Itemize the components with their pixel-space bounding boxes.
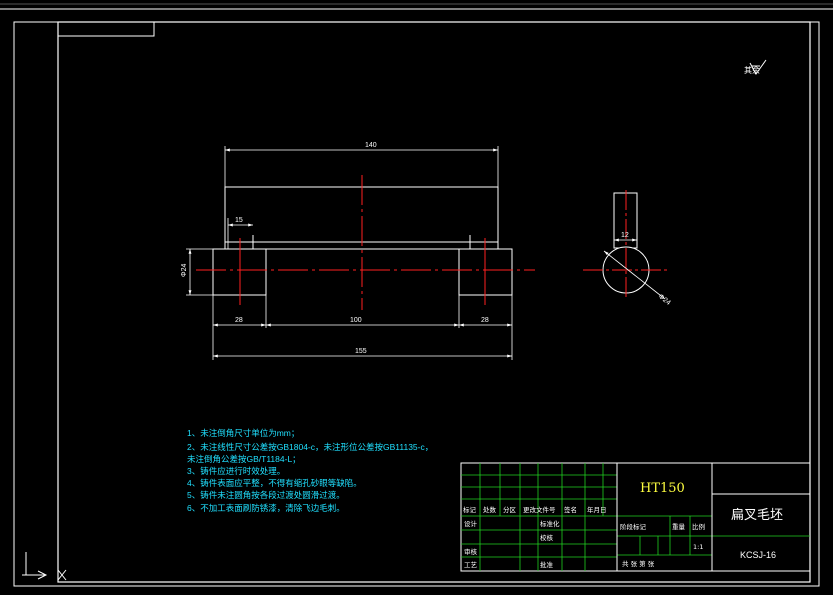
scale-text: 1:1: [693, 543, 703, 551]
material-text: HT150: [640, 481, 685, 496]
sheet-row-text: 共 张 第 张: [622, 559, 655, 568]
part-name-text: 扁叉毛坯: [731, 508, 783, 523]
rev-h-2: 分区: [503, 505, 517, 514]
side-view: 12 Φ24: [583, 190, 672, 307]
rev-h-5: 年月日: [587, 505, 607, 514]
dim-15: 15: [235, 217, 243, 224]
drawing-number-text: KCSJ-16: [740, 550, 776, 560]
left-row-2: 审核: [464, 547, 478, 556]
note-6: 6、不加工表面刷防锈漆，清除飞边毛刺。: [187, 503, 345, 513]
front-dimensions: [186, 146, 513, 360]
ucs-icon: [22, 552, 67, 581]
dim-12: 12: [621, 232, 629, 239]
rev-h-3: 更改文件号: [523, 505, 556, 514]
mid-row-3: 批准: [540, 560, 554, 569]
title-block: HT150 扁叉毛坯 KCSJ-16 标记 处数 分区 更改文件号 签名 年月日…: [460, 462, 811, 572]
roughness-symbol: 其余: [744, 59, 767, 75]
left-row-3: 工艺: [464, 561, 478, 569]
note-3: 3、铸件应进行时效处理。: [187, 466, 285, 476]
note-2b: 未注倒角公差按GB/T1184-L；: [187, 454, 301, 464]
note-1: 1、未注倒角尺寸单位为mm；: [187, 428, 299, 438]
mid-row-0: 标准化: [540, 519, 560, 528]
dim-28-right: 28: [481, 317, 489, 324]
outer-frame: [13, 21, 820, 587]
dim-28-left: 28: [235, 317, 243, 324]
dim-phi24-left: Φ24: [181, 264, 188, 277]
rev-h-0: 标记: [463, 505, 477, 514]
mid-row-1: 校核: [540, 533, 554, 542]
dim-140: 140: [365, 142, 377, 149]
dim-155: 155: [355, 348, 367, 355]
technical-notes: 1、未注倒角尺寸单位为mm； 2、未注线性尺寸公差按GB1804-c，未注形位公…: [187, 428, 433, 513]
stage-h-1: 重量: [672, 523, 686, 531]
note-2: 2、未注线性尺寸公差按GB1804-c，未注形位公差按GB11135-c，: [187, 442, 433, 452]
rev-h-4: 签名: [564, 505, 577, 514]
dim-phi24-side: Φ24: [657, 293, 672, 307]
left-row-0: 设计: [464, 519, 478, 528]
note-4: 4、铸件表面应平整，不得有缩孔砂眼等缺陷。: [187, 478, 362, 488]
drawing-number-box-top: [57, 21, 155, 37]
stage-h-0: 阶段标记: [620, 522, 647, 531]
dim-100: 100: [350, 317, 362, 324]
cad-drawing-canvas: 其余 140 15 Φ24 28 100 28 155 12 Φ24 1、未注倒…: [0, 3, 833, 587]
rev-h-1: 处数: [483, 505, 497, 514]
note-5: 5、铸件未注圆角按各段过渡处圆滑过渡。: [187, 490, 345, 500]
inner-frame: [57, 21, 811, 583]
stage-h-2: 比例: [692, 522, 705, 531]
